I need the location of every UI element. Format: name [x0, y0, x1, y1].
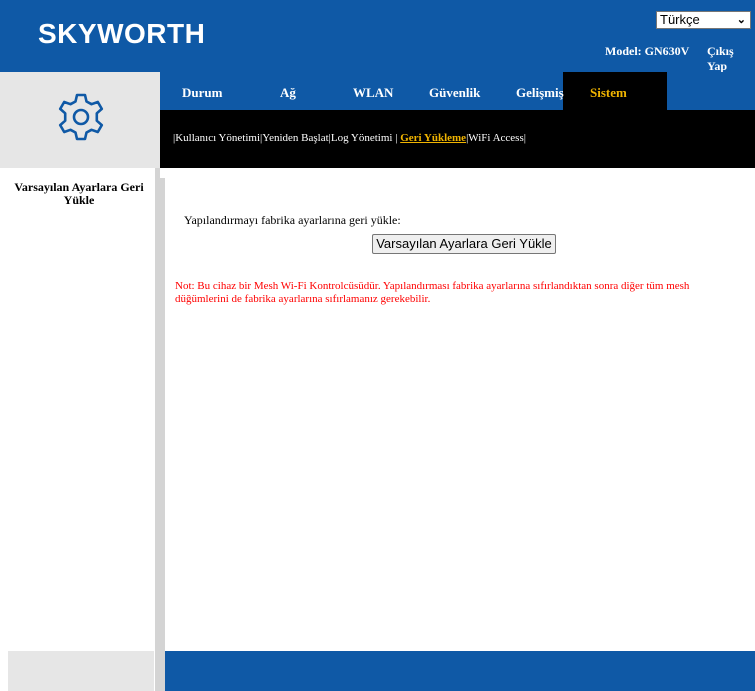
sidebar: Varsayılan Ayarlara Geri Yükle	[0, 168, 155, 651]
tab-durum[interactable]: Durum	[182, 85, 222, 101]
sidebar-divider	[155, 168, 165, 691]
content-top-spacer	[160, 168, 755, 178]
footer-bar	[165, 651, 755, 691]
sidebar-item-restore-defaults[interactable]: Varsayılan Ayarlara Geri Yükle	[4, 181, 154, 207]
header-bar: SKYWORTH Türkçe ⌄ Model: GN630V Çıkış Ya…	[0, 0, 755, 74]
language-select-value: Türkçe	[660, 12, 700, 27]
subtab-yeniden-baslat[interactable]: Yeniden Başlat	[262, 132, 328, 144]
main-nav: Durum Ağ WLAN Güvenlik Gelişmiş Sistem |…	[160, 72, 755, 168]
model-label: Model: GN630V	[605, 44, 690, 58]
tab-guvenlik[interactable]: Güvenlik	[429, 85, 480, 101]
subtab-geri-yukleme[interactable]: Geri Yükleme	[400, 132, 466, 144]
tab-gelismis[interactable]: Gelişmiş	[516, 85, 564, 101]
language-select[interactable]: Türkçe ⌄	[656, 11, 751, 29]
restore-defaults-button[interactable]: Varsayılan Ayarlara Geri Yükle	[372, 234, 556, 254]
gear-icon	[58, 93, 104, 141]
nav-tab-bar: Durum Ağ WLAN Güvenlik Gelişmiş Sistem	[160, 72, 755, 110]
tab-sistem[interactable]: Sistem	[590, 85, 627, 101]
sidebar-footer	[8, 651, 154, 691]
restore-label: Yapılandırmayı fabrika ayarlarına geri y…	[184, 213, 401, 227]
content-panel: Yapılandırmayı fabrika ayarlarına geri y…	[165, 178, 755, 651]
subnav: |Kullanıcı Yönetimi|Yeniden Başlat|Log Y…	[173, 132, 526, 144]
subtab-log-yonetimi[interactable]: Log Yönetimi	[331, 132, 393, 144]
tab-ag[interactable]: Ağ	[280, 85, 296, 101]
mesh-warning-note: Not: Bu cihaz bir Mesh Wi-Fi Kontrolcüsü…	[175, 280, 690, 305]
logo-panel	[0, 72, 160, 168]
subtab-kullanici-yonetimi[interactable]: Kullanıcı Yönetimi	[175, 132, 260, 144]
brand-logo: SKYWORTH	[38, 18, 206, 49]
chevron-down-icon: ⌄	[736, 14, 746, 26]
tab-wlan[interactable]: WLAN	[353, 85, 393, 101]
logout-link[interactable]: Çıkış Yap	[707, 44, 755, 74]
subtab-wifi-access[interactable]: WiFi Access	[468, 132, 523, 144]
